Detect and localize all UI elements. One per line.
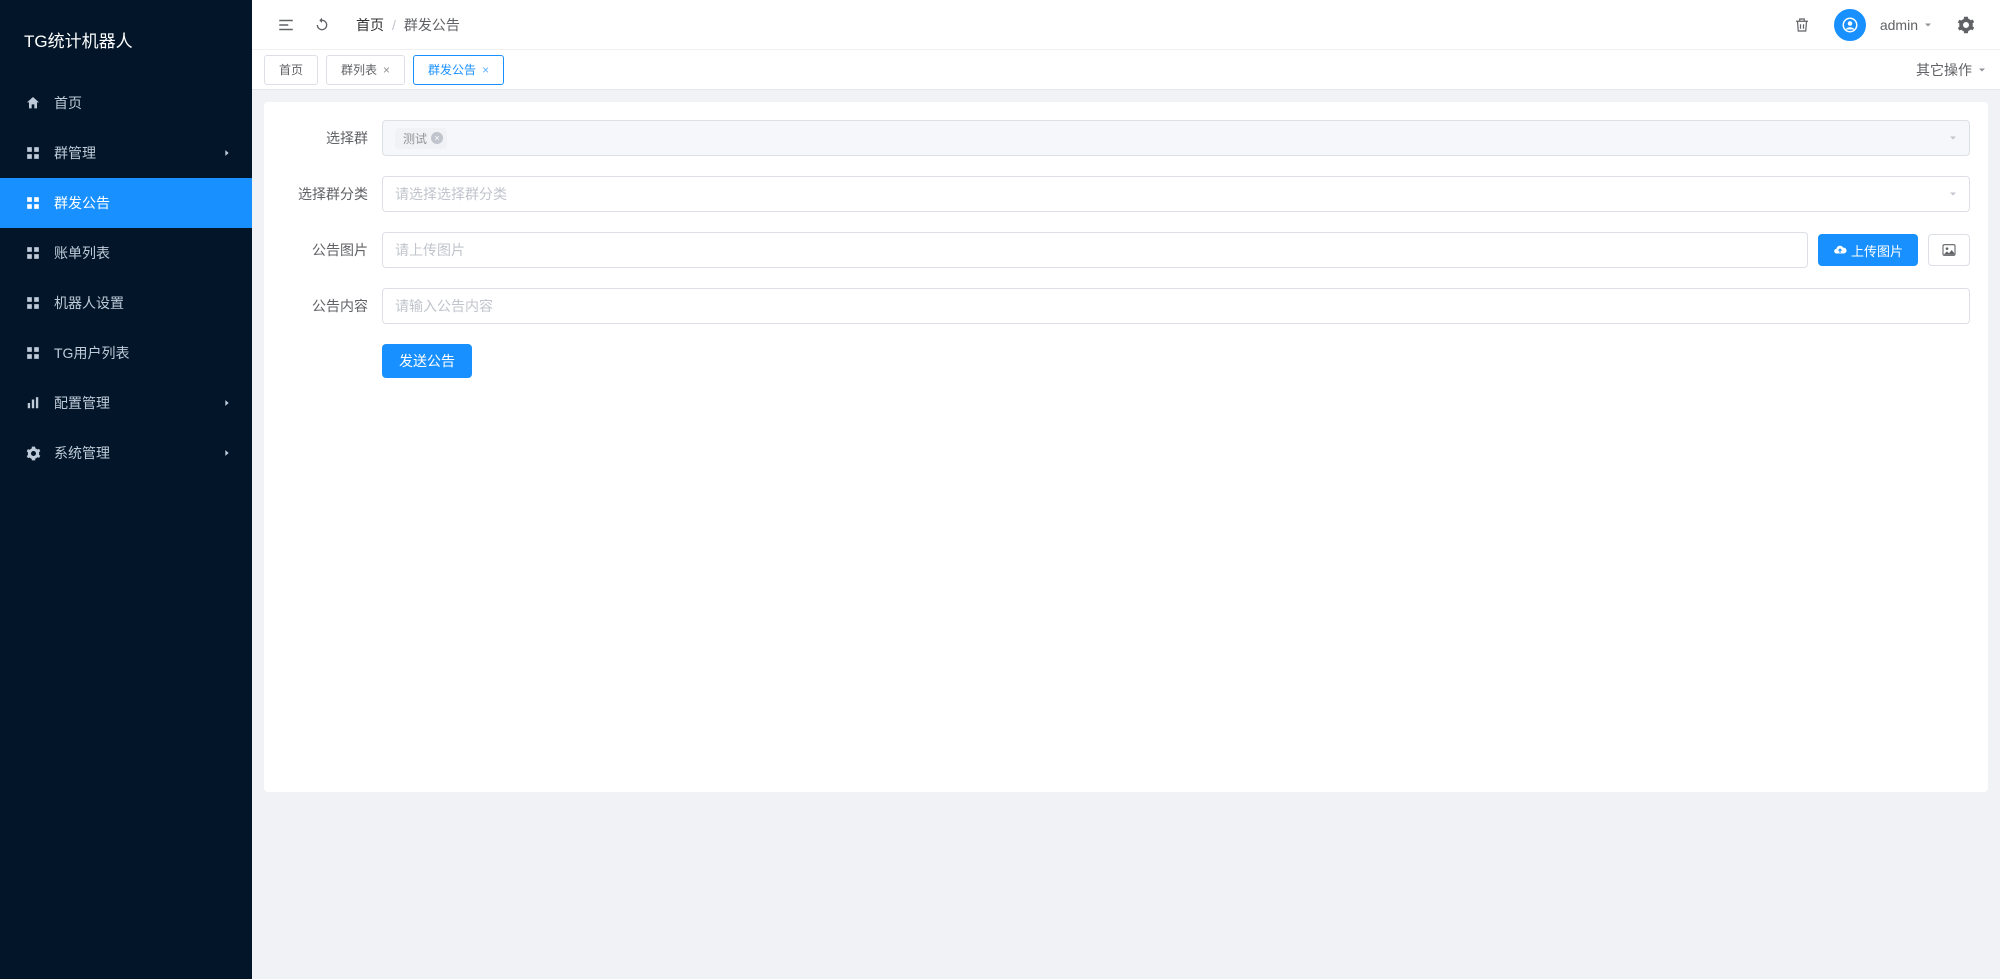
chevron-right-icon <box>222 148 232 158</box>
topbar-right: admin <box>1784 7 1984 43</box>
sidebar-item-label: 配置管理 <box>54 393 110 413</box>
tag-close-icon[interactable]: × <box>431 132 443 144</box>
content: 选择群 测试 × 选择群分类 请选择选择群分类 <box>252 90 2000 979</box>
grid-icon <box>24 244 42 262</box>
sidebar-menu: 首页 群管理 群发公告 账单列表 机器人设 <box>0 78 252 979</box>
main: 首页 / 群发公告 admin 首页 群列表 × <box>252 0 2000 979</box>
delete-button[interactable] <box>1784 7 1820 43</box>
sidebar-item-config-manage[interactable]: 配置管理 <box>0 378 252 428</box>
placeholder: 请选择选择群分类 <box>395 184 507 204</box>
tab-broadcast[interactable]: 群发公告 × <box>413 55 504 85</box>
sidebar-item-label: 首页 <box>54 93 82 113</box>
image-icon <box>1941 242 1957 258</box>
sidebar-item-label: 系统管理 <box>54 443 110 463</box>
form-row-image: 公告图片 上传图片 <box>282 232 1970 268</box>
tab-group-list[interactable]: 群列表 × <box>326 55 405 85</box>
app-name: TG统计机器人 <box>24 27 133 52</box>
sidebar: TG统计机器人 首页 群管理 群发公告 <box>0 0 252 979</box>
refresh-button[interactable] <box>304 7 340 43</box>
avatar[interactable] <box>1834 9 1866 41</box>
sidebar-item-label: 账单列表 <box>54 243 110 263</box>
form-label: 公告内容 <box>282 296 382 316</box>
form-label: 选择群分类 <box>282 184 382 204</box>
user-menu[interactable]: admin <box>1880 17 1934 33</box>
sidebar-item-label: 群管理 <box>54 143 96 163</box>
form-card: 选择群 测试 × 选择群分类 请选择选择群分类 <box>264 102 1988 792</box>
bar-chart-icon <box>24 394 42 412</box>
gear-icon <box>24 444 42 462</box>
close-icon[interactable]: × <box>482 63 489 77</box>
image-path-field[interactable] <box>395 233 1795 267</box>
close-icon[interactable]: × <box>383 63 390 77</box>
grid-icon <box>24 144 42 162</box>
tag-label: 测试 <box>403 132 427 146</box>
breadcrumb: 首页 / 群发公告 <box>356 15 460 35</box>
topbar: 首页 / 群发公告 admin <box>252 0 2000 50</box>
settings-button[interactable] <box>1948 7 1984 43</box>
collapse-sidebar-button[interactable] <box>268 7 304 43</box>
breadcrumb-item[interactable]: 首页 <box>356 15 384 35</box>
sidebar-item-label: 群发公告 <box>54 193 110 213</box>
tab-label: 群列表 <box>341 61 377 78</box>
tab-home[interactable]: 首页 <box>264 55 318 85</box>
content-input-wrapper <box>382 288 1970 324</box>
sidebar-item-bill-list[interactable]: 账单列表 <box>0 228 252 278</box>
chevron-down-icon <box>1947 132 1959 144</box>
tabs-bar: 首页 群列表 × 群发公告 × 其它操作 <box>252 50 2000 90</box>
content-input[interactable] <box>395 289 1957 323</box>
sidebar-item-tg-user-list[interactable]: TG用户列表 <box>0 328 252 378</box>
sidebar-item-home[interactable]: 首页 <box>0 78 252 128</box>
grid-icon <box>24 344 42 362</box>
form-row-submit: 发送公告 <box>282 344 1970 378</box>
button-label: 发送公告 <box>399 351 455 371</box>
select-category-input[interactable]: 请选择选择群分类 <box>382 176 1970 212</box>
form-label: 公告图片 <box>282 240 382 260</box>
sidebar-item-system-manage[interactable]: 系统管理 <box>0 428 252 478</box>
cloud-upload-icon <box>1833 243 1847 257</box>
button-label: 上传图片 <box>1851 241 1903 260</box>
home-icon <box>24 94 42 112</box>
chevron-down-icon <box>1976 64 1988 76</box>
chevron-right-icon <box>222 448 232 458</box>
breadcrumb-item: 群发公告 <box>404 15 460 35</box>
selected-group-tag: 测试 × <box>395 128 447 149</box>
app-logo: TG统计机器人 <box>0 0 252 78</box>
sidebar-item-label: TG用户列表 <box>54 343 129 363</box>
preview-image-button[interactable] <box>1928 234 1970 266</box>
grid-icon <box>24 294 42 312</box>
send-announcement-button[interactable]: 发送公告 <box>382 344 472 378</box>
breadcrumb-separator: / <box>392 17 396 33</box>
form-row-select-category: 选择群分类 请选择选择群分类 <box>282 176 1970 212</box>
sidebar-item-label: 机器人设置 <box>54 293 124 313</box>
sidebar-item-broadcast[interactable]: 群发公告 <box>0 178 252 228</box>
select-group-input[interactable]: 测试 × <box>382 120 1970 156</box>
form-row-content: 公告内容 <box>282 288 1970 324</box>
tab-label: 首页 <box>279 61 303 78</box>
image-path-input[interactable] <box>382 232 1808 268</box>
chevron-down-icon <box>1922 19 1934 31</box>
tab-label: 群发公告 <box>428 61 476 78</box>
form-label: 选择群 <box>282 128 382 148</box>
tabs-other-actions[interactable]: 其它操作 <box>1916 60 1988 80</box>
other-actions-label: 其它操作 <box>1916 60 1972 80</box>
chevron-right-icon <box>222 398 232 408</box>
upload-image-button[interactable]: 上传图片 <box>1818 234 1918 266</box>
username-label: admin <box>1880 17 1918 33</box>
sidebar-item-bot-settings[interactable]: 机器人设置 <box>0 278 252 328</box>
form-row-select-group: 选择群 测试 × <box>282 120 1970 156</box>
grid-icon <box>24 194 42 212</box>
chevron-down-icon <box>1947 188 1959 200</box>
sidebar-item-group-manage[interactable]: 群管理 <box>0 128 252 178</box>
